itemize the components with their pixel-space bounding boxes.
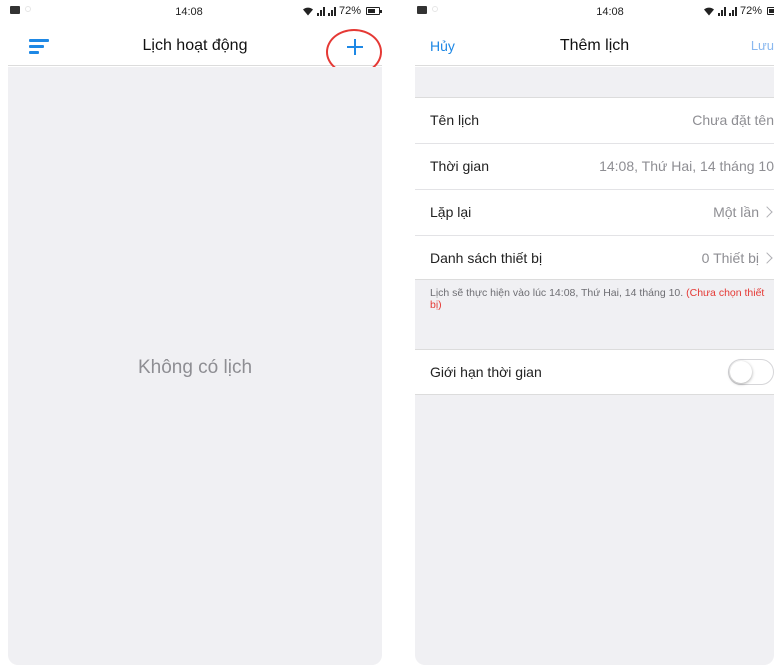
add-schedule-form: Tên lịch Chưa đặt tên Thời gian 14:08, T… <box>415 67 774 665</box>
status-time: 14:08 <box>175 6 203 18</box>
status-bar: 14:08 72% <box>8 0 382 26</box>
header-bar: Lịch hoạt động <box>8 26 382 75</box>
device-count-value: 0 Thiết bị <box>701 250 759 266</box>
left-screen: 14:08 72% Lịch hoạt động Không có lịch <box>8 0 382 665</box>
row-label: Giới hạn thời gian <box>430 364 542 380</box>
chevron-right-icon <box>761 252 773 264</box>
notification-dot-icon <box>25 6 31 12</box>
signal-icon <box>718 6 726 16</box>
page-title: Thêm lịch <box>559 37 630 54</box>
gallery-icon <box>417 6 427 14</box>
time-limit-toggle[interactable] <box>728 359 774 385</box>
repeat-value: Một lần <box>713 204 759 220</box>
schedule-list: Không có lịch <box>8 67 382 665</box>
plus-icon <box>347 39 363 55</box>
schedule-name-row[interactable]: Tên lịch Chưa đặt tên <box>415 98 774 144</box>
notification-dot-icon <box>432 6 438 12</box>
device-list-row[interactable]: Danh sách thiết bị 0 Thiết bị <box>415 236 774 282</box>
time-value: 14:08, Thứ Hai, 14 tháng 10 <box>599 158 774 174</box>
settings-group: Tên lịch Chưa đặt tên Thời gian 14:08, T… <box>415 97 774 280</box>
row-label: Tên lịch <box>430 112 480 128</box>
chevron-right-icon <box>761 206 773 218</box>
time-limit-row: Giới hạn thời gian <box>415 350 774 396</box>
row-label: Danh sách thiết bị <box>430 250 543 266</box>
signal-icon <box>317 6 325 16</box>
time-row[interactable]: Thời gian 14:08, Thứ Hai, 14 tháng 10 <box>415 144 774 190</box>
wifi-icon <box>302 5 314 17</box>
battery-percent: 72% <box>740 5 763 17</box>
empty-state-text: Không có lịch <box>137 357 253 378</box>
right-screen: 14:08 72% Hủy Thêm lịch Lưu Tên lịch Chư… <box>415 0 774 665</box>
row-label: Thời gian <box>430 158 489 174</box>
schedule-name-value: Chưa đặt tên <box>692 112 774 128</box>
schedule-note: Lịch sẽ thực hiện vào lúc 14:08, Thứ Hai… <box>430 287 768 311</box>
status-bar: 14:08 72% <box>415 0 774 26</box>
time-limit-group: Giới hạn thời gian <box>415 349 774 395</box>
repeat-row[interactable]: Lặp lại Một lần <box>415 190 774 236</box>
signal-icon <box>328 6 336 16</box>
header-bar: Hủy Thêm lịch Lưu <box>415 26 774 66</box>
battery-percent: 72% <box>339 5 362 17</box>
status-time: 14:08 <box>596 6 624 18</box>
row-label: Lặp lại <box>430 204 472 220</box>
wifi-icon <box>703 5 715 17</box>
save-button[interactable]: Lưu <box>751 38 774 53</box>
signal-icon <box>729 6 737 16</box>
note-text: Lịch sẽ thực hiện vào lúc 14:08, Thứ Hai… <box>430 287 687 299</box>
battery-icon <box>767 7 774 15</box>
battery-icon <box>366 7 382 15</box>
toggle-knob <box>730 361 752 383</box>
gallery-icon <box>10 6 20 14</box>
